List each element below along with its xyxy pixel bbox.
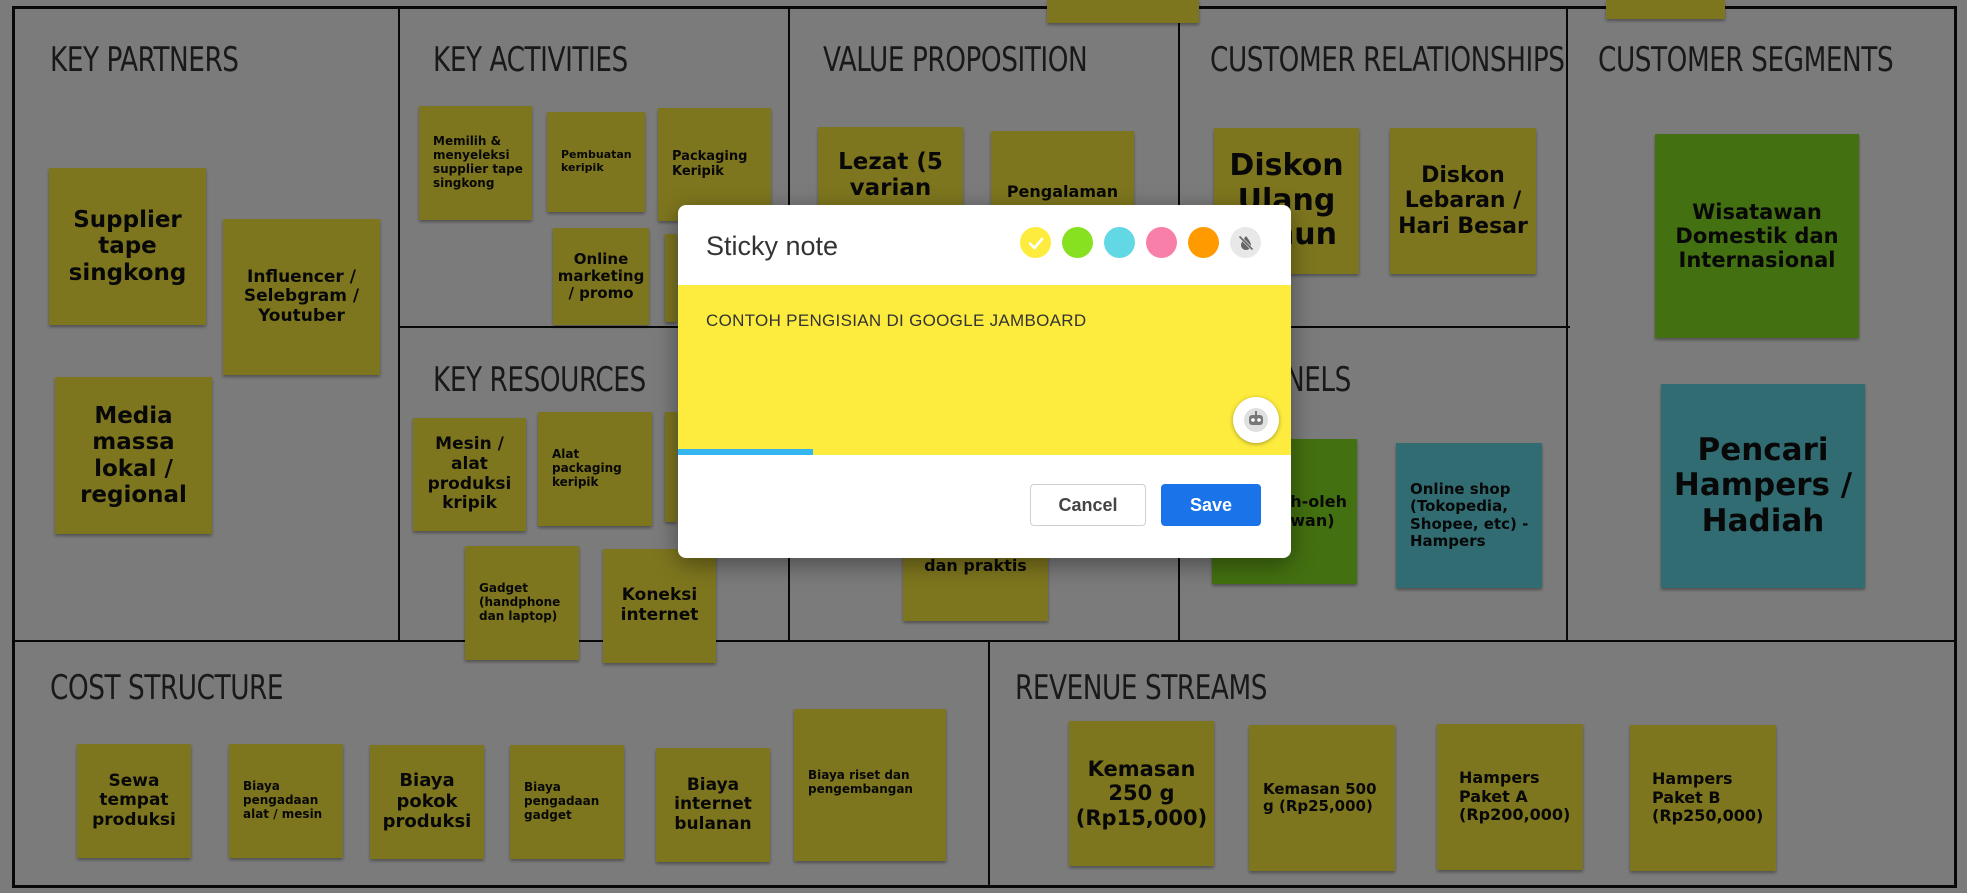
note-text[interactable]: CONTOH PENGISIAN DI GOOGLE JAMBOARD (706, 311, 1086, 331)
dialog-title: Sticky note (706, 231, 839, 261)
color-teal-swatch[interactable] (1104, 227, 1135, 258)
checkmark-icon (1028, 237, 1043, 249)
robot-icon (1244, 408, 1268, 432)
color-green-swatch[interactable] (1062, 227, 1093, 258)
cancel-button[interactable]: Cancel (1030, 484, 1146, 526)
progress-bar-fill (678, 449, 813, 455)
resize-text-button[interactable] (1233, 397, 1279, 443)
save-button[interactable]: Save (1161, 484, 1261, 526)
color-pink-swatch[interactable] (1146, 227, 1177, 258)
color-orange-swatch[interactable] (1188, 227, 1219, 258)
progress-bar (678, 449, 1291, 455)
sticky-note-dialog: Sticky note CONTOH PENGISIAN DI GOOGLE J… (678, 205, 1291, 558)
color-yellow-swatch[interactable] (1020, 227, 1051, 258)
color-transparent-swatch[interactable] (1230, 227, 1261, 258)
ink-off-icon (1237, 234, 1254, 251)
